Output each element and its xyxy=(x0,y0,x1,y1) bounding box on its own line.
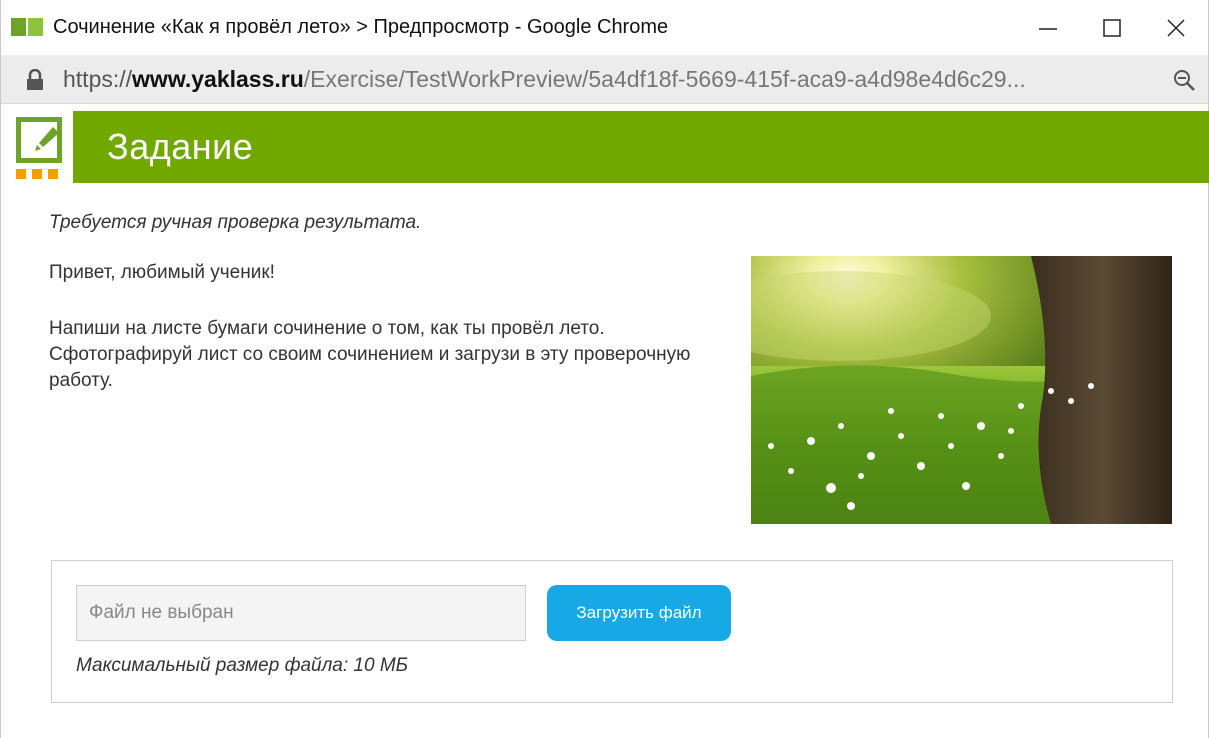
upload-panel: Файл не выбран Загрузить файл Максимальн… xyxy=(51,560,1173,703)
url-protocol: https:// xyxy=(63,66,133,92)
meadow-photo xyxy=(751,256,1172,524)
url-text[interactable]: https://www.yaklass.ru/Exercise/TestWork… xyxy=(63,66,1162,93)
maximize-icon xyxy=(1103,18,1121,37)
maximize-button[interactable] xyxy=(1080,0,1144,56)
zoom-out-icon[interactable] xyxy=(1172,68,1196,92)
greeting-text: Привет, любимый ученик! xyxy=(49,262,275,283)
lock-icon[interactable] xyxy=(25,68,45,91)
close-icon xyxy=(1167,18,1185,37)
manual-check-note: Требуется ручная проверка результата. xyxy=(49,212,422,233)
close-button[interactable] xyxy=(1144,0,1208,56)
browser-window: Сочинение «Как я провёл лето» > Предпрос… xyxy=(0,0,1209,738)
title-bar: Сочинение «Как я провёл лето» > Предпрос… xyxy=(1,0,1208,56)
instructions-text: Напиши на листе бумаги сочинение о том, … xyxy=(49,318,691,391)
minimize-icon xyxy=(1039,27,1057,30)
url-path: /Exercise/TestWorkPreview/5a4df18f-5669-… xyxy=(303,66,1026,92)
address-bar[interactable]: https://www.yaklass.ru/Exercise/TestWork… xyxy=(1,56,1208,104)
upload-file-button[interactable]: Загрузить файл xyxy=(547,585,731,641)
minimize-button[interactable] xyxy=(1016,0,1080,56)
window-title: Сочинение «Как я провёл лето» > Предпрос… xyxy=(53,16,669,38)
url-host: www.yaklass.ru xyxy=(132,66,304,92)
task-title-bar: Задание xyxy=(73,111,1209,183)
task-header: Задание xyxy=(1,111,1209,183)
task-title: Задание xyxy=(107,126,254,167)
window-controls xyxy=(1016,0,1208,56)
max-file-size-note: Максимальный размер файла: 10 МБ xyxy=(76,655,409,676)
file-input[interactable]: Файл не выбран xyxy=(76,585,526,641)
yaklass-app-icon xyxy=(11,17,43,38)
edit-task-icon xyxy=(1,111,73,183)
